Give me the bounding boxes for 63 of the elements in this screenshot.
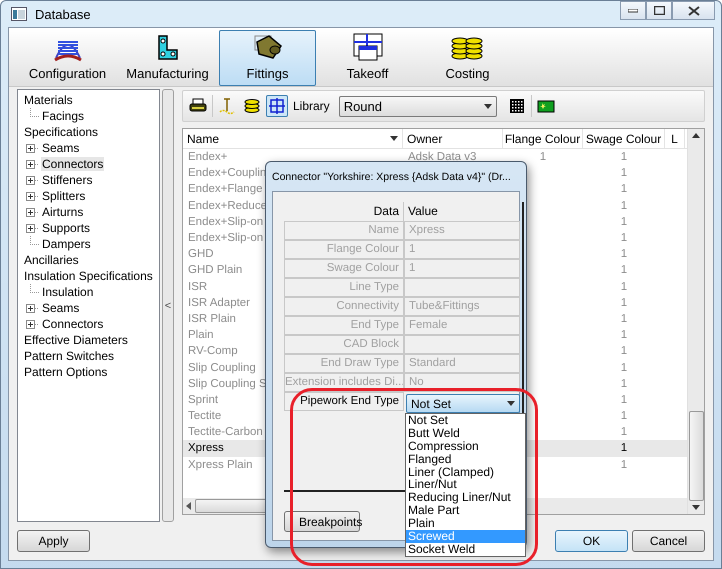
table-cell: ISR bbox=[188, 280, 208, 293]
table-cell: ISR Plain bbox=[188, 312, 236, 325]
table-cell: Endex+ bbox=[188, 151, 228, 164]
table-cell: Xpress bbox=[188, 442, 224, 454]
table-cell: RV-Comp bbox=[188, 345, 238, 358]
table-cell: Sprint bbox=[188, 394, 218, 406]
table-cell: Plain bbox=[188, 329, 214, 342]
table-cell: 1 bbox=[540, 151, 546, 164]
table-cell: 1 bbox=[620, 183, 628, 196]
table-cell: 1 bbox=[620, 167, 628, 180]
table-cell: 1 bbox=[620, 394, 628, 406]
property-value: Female bbox=[404, 316, 520, 335]
property-label: Line Type bbox=[284, 278, 404, 297]
property-value: 1 bbox=[404, 259, 520, 278]
table-cell: 1 bbox=[620, 312, 628, 325]
table-cell: 1 bbox=[620, 329, 628, 342]
library-label: Library bbox=[293, 99, 330, 113]
table-cell: Slip Coupling bbox=[188, 362, 256, 374]
table-cell: 1 bbox=[620, 280, 628, 293]
table-cell: 1 bbox=[620, 345, 628, 358]
table-cell: 1 bbox=[620, 378, 628, 390]
table-cell: Endex+Flange bbox=[188, 183, 262, 196]
table-cell: 1 bbox=[620, 410, 628, 422]
table-cell: 1 bbox=[620, 151, 628, 164]
collapse-arrow: < bbox=[164, 300, 172, 312]
table-cell: 1 bbox=[620, 296, 628, 309]
table-cell: 1 bbox=[620, 216, 628, 228]
property-value: Standard bbox=[404, 354, 520, 373]
table-cell: Tectite bbox=[188, 410, 222, 422]
table-cell: ISR Adapter bbox=[188, 296, 250, 309]
property-label: End Type bbox=[284, 316, 404, 335]
dialog-title: Connector "Yorkshire: Xpress {Adsk Data v4}" (Dr... bbox=[272, 170, 511, 184]
table-cell: GHD Plain bbox=[188, 264, 242, 276]
table-cell: Tectite-Carbon bbox=[188, 426, 263, 438]
property-label: Swage Colour bbox=[284, 259, 404, 278]
property-label: Pipework End Type bbox=[284, 392, 404, 411]
table-cell: Endex+Reduce bbox=[188, 200, 267, 212]
property-value: 1 bbox=[404, 240, 520, 259]
column-header: Data bbox=[284, 202, 404, 221]
window-title: Database bbox=[35, 6, 92, 22]
property-label: Name bbox=[284, 221, 404, 240]
property-value: Tube&Fittings bbox=[404, 297, 520, 316]
table-cell: 1 bbox=[620, 426, 628, 438]
property-value: Xpress bbox=[404, 221, 520, 240]
table-cell: Endex+Slip-on bbox=[188, 216, 264, 228]
property-label: CAD Block bbox=[284, 335, 404, 354]
table-cell: 1 bbox=[620, 232, 628, 244]
property-label: End Draw Type bbox=[284, 354, 404, 373]
table-cell: 1 bbox=[620, 264, 628, 276]
table-cell: GHD bbox=[188, 248, 214, 260]
table-cell: Xpress Plain bbox=[188, 458, 253, 471]
table-cell: 1 bbox=[620, 458, 628, 471]
table-cell: Adsk Data v3 bbox=[408, 151, 476, 164]
table-cell: 1 bbox=[620, 200, 628, 212]
property-value: No bbox=[404, 373, 520, 392]
table-cell: Endex+Couplin bbox=[188, 167, 266, 180]
property-label: Flange Colour bbox=[284, 240, 404, 259]
property-label: Connectivity bbox=[284, 297, 404, 316]
table-cell: 1 bbox=[620, 442, 628, 454]
table-cell: Endex+Slip-on bbox=[188, 232, 264, 244]
table-cell: 1 bbox=[620, 248, 628, 260]
column-header: Value bbox=[407, 203, 439, 220]
table-cell: 1 bbox=[620, 362, 628, 374]
